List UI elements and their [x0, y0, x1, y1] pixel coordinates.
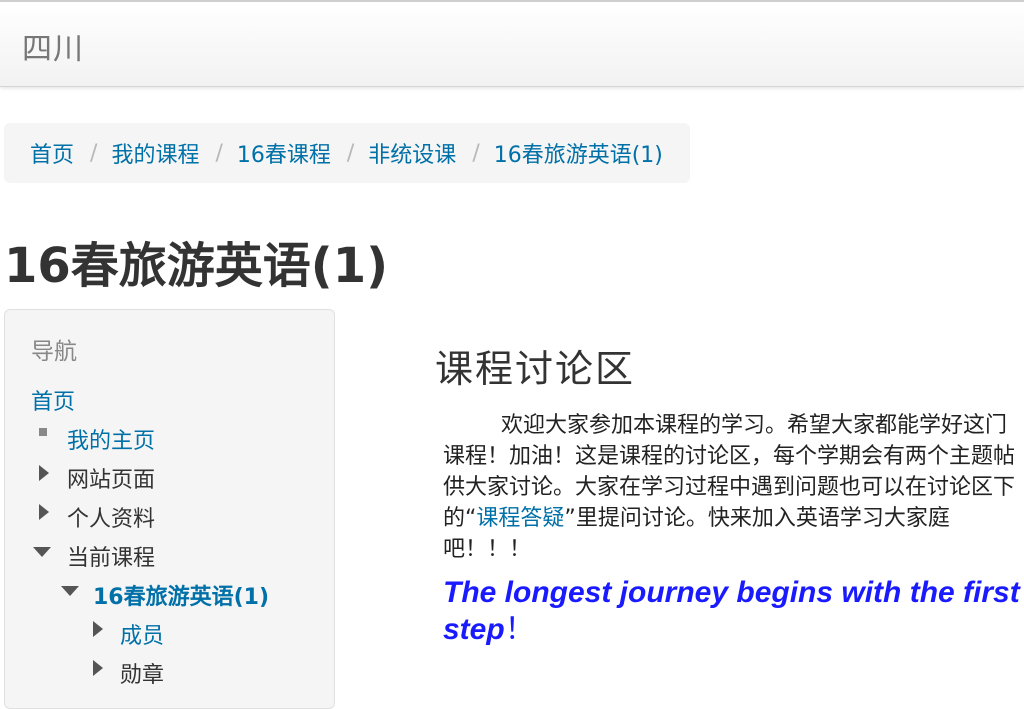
section-title: 课程讨论区: [435, 347, 636, 391]
nav-item-current-course[interactable]: 16春旅游英语(1): [93, 579, 269, 611]
collapse-arrow-icon[interactable]: [33, 547, 51, 557]
breadcrumb-home[interactable]: 首页: [30, 137, 74, 169]
motto-quote: The longest journey begins with the firs…: [443, 574, 1021, 648]
site-name-link[interactable]: 四川: [22, 24, 84, 68]
navigation-heading: 导航: [31, 339, 77, 365]
breadcrumb-separator: /: [90, 140, 98, 166]
expand-arrow-icon[interactable]: [93, 660, 103, 676]
breadcrumb-separator: /: [215, 140, 223, 166]
section-summary: 欢迎大家参加本课程的学习。希望大家都能学好这门课程！加油！这是课程的讨论区，每个…: [443, 410, 1021, 565]
nav-item-current-courses[interactable]: 当前课程: [67, 540, 155, 572]
nav-item-profile[interactable]: 个人资料: [67, 501, 155, 533]
quote-end: ！: [504, 613, 535, 646]
expand-arrow-icon[interactable]: [39, 465, 49, 481]
course-qa-link[interactable]: 课程答疑: [476, 506, 564, 531]
collapse-arrow-icon[interactable]: [61, 586, 79, 596]
nav-item-participants[interactable]: 成员: [120, 618, 164, 650]
breadcrumb-separator: /: [472, 140, 480, 166]
nav-item-home[interactable]: 首页: [31, 384, 75, 416]
nav-item-my-home[interactable]: 我的主页: [67, 423, 155, 455]
breadcrumb-spring16-courses[interactable]: 16春课程: [237, 137, 331, 169]
nav-item-site-pages[interactable]: 网站页面: [67, 462, 155, 494]
navigation-block: 导航 首页 我的主页 网站页面 个人资料 当前课程 16春旅游英语(1) 成员 …: [4, 309, 335, 709]
top-navbar: 四川: [0, 0, 1024, 87]
nav-item-badges[interactable]: 勋章: [120, 657, 164, 689]
expand-arrow-icon[interactable]: [39, 504, 49, 520]
page-title: 16春旅游英语(1): [4, 238, 389, 294]
bullet-icon: [39, 428, 47, 436]
expand-arrow-icon[interactable]: [93, 621, 103, 637]
breadcrumb: 首页 / 我的课程 / 16春课程 / 非统设课 / 16春旅游英语(1): [4, 123, 690, 183]
breadcrumb-my-courses[interactable]: 我的课程: [111, 137, 199, 169]
breadcrumb-current-course[interactable]: 16春旅游英语(1): [494, 137, 663, 169]
breadcrumb-separator: /: [346, 140, 355, 166]
breadcrumb-non-unified-courses[interactable]: 非统设课: [368, 137, 456, 169]
